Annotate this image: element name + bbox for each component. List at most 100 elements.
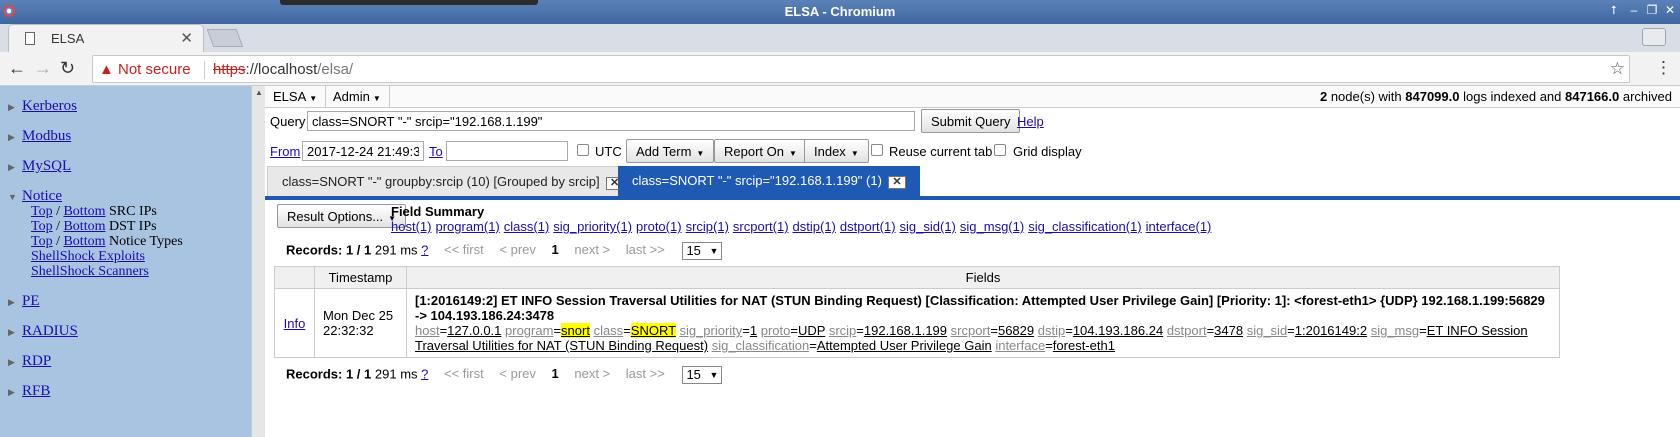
new-tab-button[interactable] <box>206 29 244 47</box>
field-key[interactable]: interface <box>995 338 1045 353</box>
per-page-select[interactable]: 15 ▼ <box>682 242 723 260</box>
sidebar-link-rdp[interactable]: RDP <box>22 353 51 369</box>
field-key[interactable]: dstport <box>1167 323 1207 338</box>
back-icon[interactable]: ← <box>8 58 26 79</box>
browser-tab[interactable]: ELSA ✕ <box>8 24 204 52</box>
from-input[interactable] <box>302 141 424 161</box>
prev-page-link[interactable]: < prev <box>499 242 536 257</box>
sidebar-item-radius[interactable]: ▶ RADIUS <box>8 323 78 340</box>
grid-display-checkbox[interactable] <box>994 144 1006 156</box>
field-value[interactable]: 1 <box>750 323 757 338</box>
sidebar-item-rfb[interactable]: ▶ RFB <box>8 383 50 400</box>
url-text[interactable]: https://localhost/elsa/ <box>213 61 353 78</box>
field-value[interactable]: forest-eth1 <box>1053 338 1115 353</box>
field-summary-link[interactable]: program(1) <box>435 219 499 234</box>
field-value[interactable]: 1:2016149:2 <box>1295 323 1367 338</box>
sidebar-item-modbus[interactable]: ▶ Modbus <box>8 128 71 145</box>
result-options-button[interactable]: Result Options... ▼ <box>277 204 407 228</box>
shellshock-exploits-link[interactable]: ShellShock Exploits <box>31 249 145 264</box>
field-key[interactable]: sig_msg <box>1371 323 1419 338</box>
last-page-link[interactable]: last >> <box>626 242 665 257</box>
sidebar-link-mysql[interactable]: MySQL <box>22 158 71 174</box>
add-term-button[interactable]: Add Term ▼ <box>626 139 715 163</box>
report-on-button[interactable]: Report On ▼ <box>714 139 807 163</box>
query-input[interactable] <box>307 111 915 131</box>
sidebar-scrollbar[interactable]: ▲ <box>251 86 265 437</box>
field-key[interactable]: sig_sid <box>1247 323 1287 338</box>
per-page-select[interactable]: 15 ▼ <box>682 366 723 384</box>
field-value[interactable]: snort <box>561 323 590 338</box>
field-value[interactable]: 56829 <box>998 323 1034 338</box>
field-summary-link[interactable]: dstport(1) <box>840 219 896 234</box>
scroll-up-icon[interactable]: ▲ <box>255 88 263 97</box>
field-summary-link[interactable]: sig_msg(1) <box>960 219 1024 234</box>
sidebar-link-kerberos[interactable]: Kerberos <box>22 98 77 114</box>
bottom-link[interactable]: Bottom <box>63 234 105 249</box>
bottom-link[interactable]: Bottom <box>63 204 105 219</box>
field-value[interactable]: 127.0.0.1 <box>447 323 501 338</box>
bookmark-star-icon[interactable]: ☆ <box>1610 59 1625 79</box>
field-key[interactable]: sig_priority <box>679 323 742 338</box>
minimize-icon[interactable]: – <box>1626 3 1642 17</box>
field-value[interactable]: 192.168.1.199 <box>864 323 947 338</box>
sidebar-link-rfb[interactable]: RFB <box>22 383 50 399</box>
reuse-tab-checkbox[interactable] <box>871 144 883 156</box>
sidebar-item-kerberos[interactable]: ▶ Kerberos <box>8 98 77 115</box>
close-window-icon[interactable]: ✕ <box>1662 3 1678 17</box>
field-key[interactable]: class <box>594 323 624 338</box>
top-link[interactable]: Top <box>31 219 53 234</box>
field-key[interactable]: host <box>415 323 440 338</box>
sidebar-item-mysql[interactable]: ▶ MySQL <box>8 158 71 175</box>
field-key[interactable]: srcport <box>951 323 991 338</box>
field-summary-link[interactable]: sig_sid(1) <box>900 219 956 234</box>
result-tab-active[interactable]: class=SNORT "-" srcip="192.168.1.199" (1… <box>618 166 920 196</box>
sidebar-link-radius[interactable]: RADIUS <box>22 323 78 339</box>
field-key[interactable]: dstip <box>1038 323 1065 338</box>
field-summary-link[interactable]: srcip(1) <box>686 219 729 234</box>
shellshock-scanners-link[interactable]: ShellShock Scanners <box>31 264 149 279</box>
security-label[interactable]: Not secure <box>118 61 191 78</box>
sidebar-link-pe[interactable]: PE <box>22 293 40 309</box>
field-key[interactable]: srcip <box>829 323 856 338</box>
utc-checkbox[interactable] <box>577 144 589 156</box>
top-link[interactable]: Top <box>31 234 53 249</box>
from-link[interactable]: From <box>270 144 300 159</box>
first-page-link[interactable]: << first <box>444 366 484 381</box>
info-link[interactable]: Info <box>284 316 306 331</box>
sidebar-link-modbus[interactable]: Modbus <box>22 128 71 144</box>
field-value[interactable]: SNORT <box>630 323 676 338</box>
field-key[interactable]: proto <box>761 323 791 338</box>
to-input[interactable] <box>446 141 568 161</box>
bottom-link[interactable]: Bottom <box>63 219 105 234</box>
window-up-icon[interactable]: ⭡ <box>1606 3 1622 18</box>
field-summary-link[interactable]: dstip(1) <box>793 219 836 234</box>
sidebar-link-notice[interactable]: Notice <box>22 188 62 204</box>
field-summary-link[interactable]: proto(1) <box>636 219 682 234</box>
index-button[interactable]: Index ▼ <box>804 139 869 163</box>
field-value[interactable]: 3478 <box>1214 323 1243 338</box>
top-link[interactable]: Top <box>31 204 53 219</box>
field-key[interactable]: sig_classification <box>712 338 810 353</box>
field-summary-link[interactable]: sig_classification(1) <box>1028 219 1141 234</box>
records-help-link[interactable]: ? <box>421 242 428 257</box>
field-value[interactable]: Attempted User Privilege Gain <box>817 338 992 353</box>
sidebar-item-pe[interactable]: ▶ PE <box>8 293 40 310</box>
to-link[interactable]: To <box>429 144 443 159</box>
elsa-menu[interactable]: ELSA ▼ <box>265 86 327 108</box>
submit-query-button[interactable]: Submit Query <box>921 109 1021 133</box>
forward-icon[interactable]: → <box>34 58 52 79</box>
warning-icon[interactable]: ▲ <box>99 61 114 78</box>
field-summary-link[interactable]: host(1) <box>391 219 431 234</box>
field-summary-link[interactable]: srcport(1) <box>733 219 789 234</box>
address-bar[interactable]: ▲ Not secure https://localhost/elsa/ ☆ <box>92 55 1630 83</box>
last-page-link[interactable]: last >> <box>626 366 665 381</box>
close-icon[interactable]: ✕ <box>887 176 906 189</box>
browser-menu-icon[interactable]: ⋮ <box>1655 58 1672 78</box>
prev-page-link[interactable]: < prev <box>499 366 536 381</box>
next-page-link[interactable]: next > <box>574 366 610 381</box>
sidebar-item-notice[interactable]: ▼ Notice <box>8 188 62 205</box>
first-page-link[interactable]: << first <box>444 242 484 257</box>
field-summary-link[interactable]: interface(1) <box>1146 219 1212 234</box>
sidebar-item-rdp[interactable]: ▶ RDP <box>8 353 51 370</box>
field-summary-link[interactable]: sig_priority(1) <box>553 219 632 234</box>
